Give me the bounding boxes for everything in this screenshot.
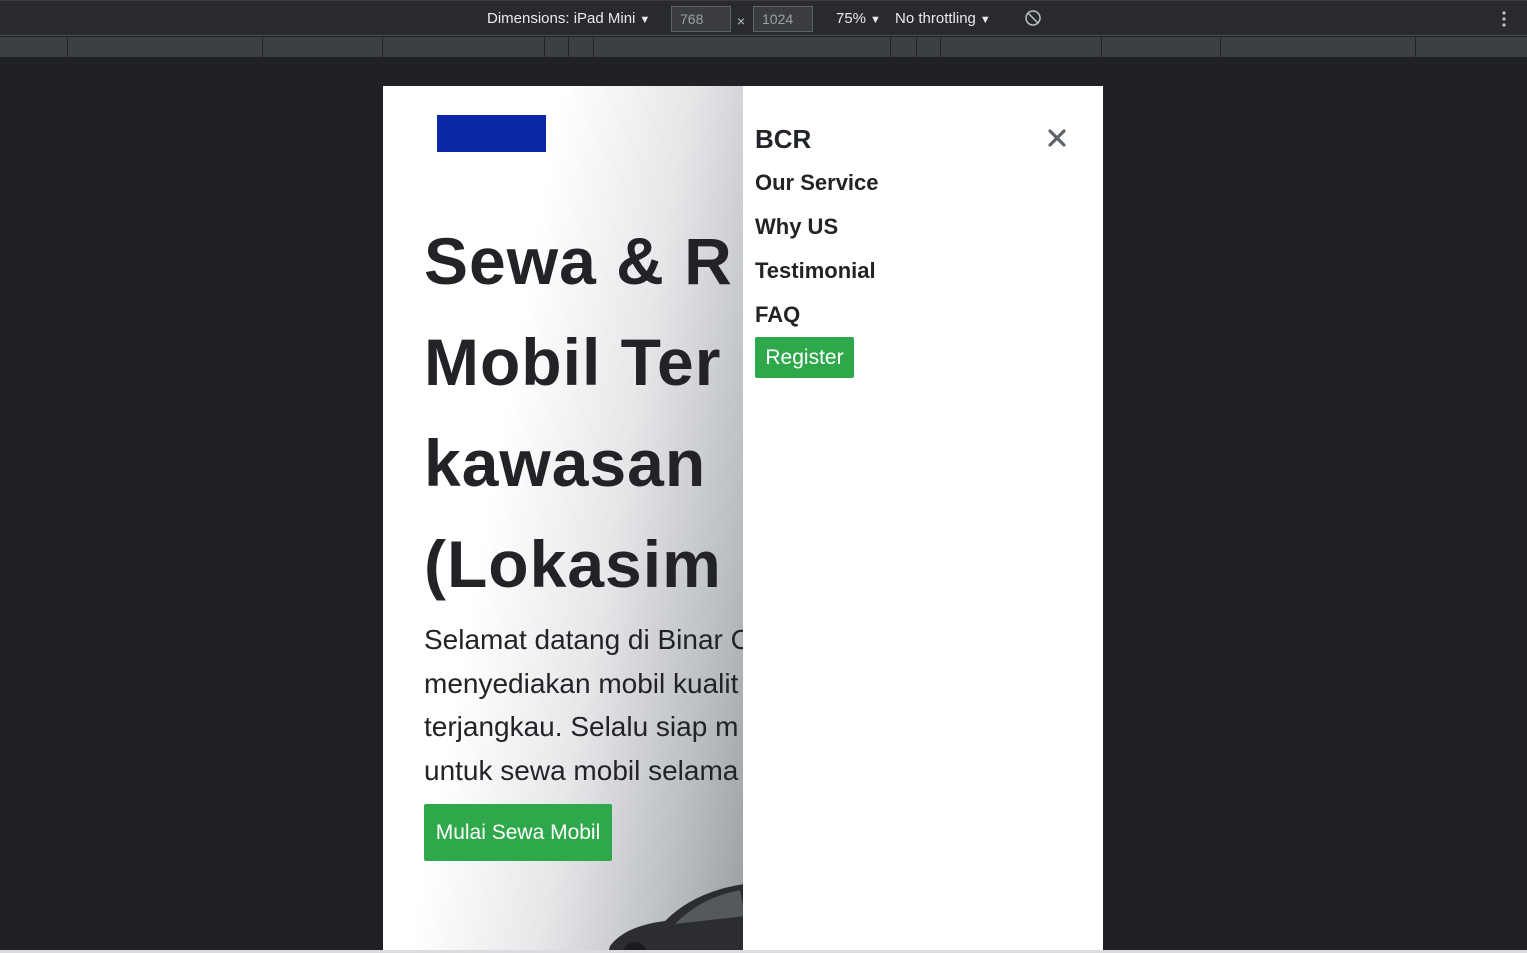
page-content: Sewa & R Mobil Ter kawasan (Lokasim Sela… [383,86,743,953]
hero-title-line: kawasan [424,426,707,500]
chevron-down-icon: ▼ [979,14,991,26]
throttling-dropdown[interactable]: No throttling ▼ [895,10,991,27]
media-query-segment[interactable] [593,37,594,57]
hero-title-line: (Lokasim [424,527,722,601]
zoom-label: 75% [836,10,867,27]
height-input[interactable]: 1024 [753,6,813,32]
times-separator: × [737,13,746,29]
media-query-segment[interactable] [262,37,263,57]
device-toolbar: Dimensions: iPad Mini ▼ 768 × 1024 75% ▼ N… [0,0,1527,36]
media-query-segment[interactable] [568,37,569,57]
hero-description-line: menyediakan mobil kualit [424,667,739,699]
media-query-bar[interactable] [0,37,1527,58]
offcanvas-menu: BCR Our Service Why US Testimonial FAQ R… [743,86,1103,953]
hero-description: Selamat datang di Binar C menyediakan mo… [424,618,743,792]
media-query-segment[interactable] [940,37,941,57]
nav-link-our-service[interactable]: Our Service [755,170,879,196]
media-query-segment[interactable] [1101,37,1102,57]
media-query-segment[interactable] [916,37,917,57]
car-image [608,884,743,953]
rotate-icon[interactable] [1024,9,1042,27]
hero-title-line: Mobil Ter [424,325,722,399]
media-query-segment[interactable] [544,37,545,57]
device-dimensions-label: Dimensions: iPad Mini [487,10,636,27]
media-query-segment[interactable] [1220,37,1221,57]
device-dimensions-dropdown[interactable]: Dimensions: iPad Mini ▼ [487,10,650,27]
hero-title: Sewa & R Mobil Ter kawasan (Lokasim [424,211,743,615]
close-icon[interactable] [1047,128,1067,148]
nav-link-why-us[interactable]: Why US [755,214,838,240]
register-button[interactable]: Register [755,337,854,378]
hero-title-line: Sewa & R [424,224,733,298]
hero-description-line: Selamat datang di Binar C [424,624,743,655]
hero-description-line: terjangkau. Selalu siap m [424,711,739,742]
media-query-segment[interactable] [67,37,68,57]
nav-link-testimonial[interactable]: Testimonial [755,258,876,284]
media-query-segment[interactable] [1415,37,1416,57]
chevron-down-icon: ▼ [870,14,881,26]
zoom-dropdown[interactable]: 75% ▼ [836,10,881,27]
hero-description-line: untuk sewa mobil selama [424,754,739,786]
logo[interactable] [437,115,546,152]
width-input[interactable]: 768 [671,6,731,32]
throttling-label: No throttling [895,10,976,27]
menu-brand: BCR [755,124,812,154]
device-viewport: Sewa & R Mobil Ter kawasan (Lokasim Sela… [383,86,1103,953]
media-query-segment[interactable] [382,37,383,57]
nav-link-faq[interactable]: FAQ [755,302,800,328]
media-query-segment[interactable] [890,37,891,57]
chevron-down-icon: ▼ [639,14,651,26]
more-options-icon[interactable] [1497,9,1511,29]
start-rent-button[interactable]: Mulai Sewa Mobil [424,804,612,861]
